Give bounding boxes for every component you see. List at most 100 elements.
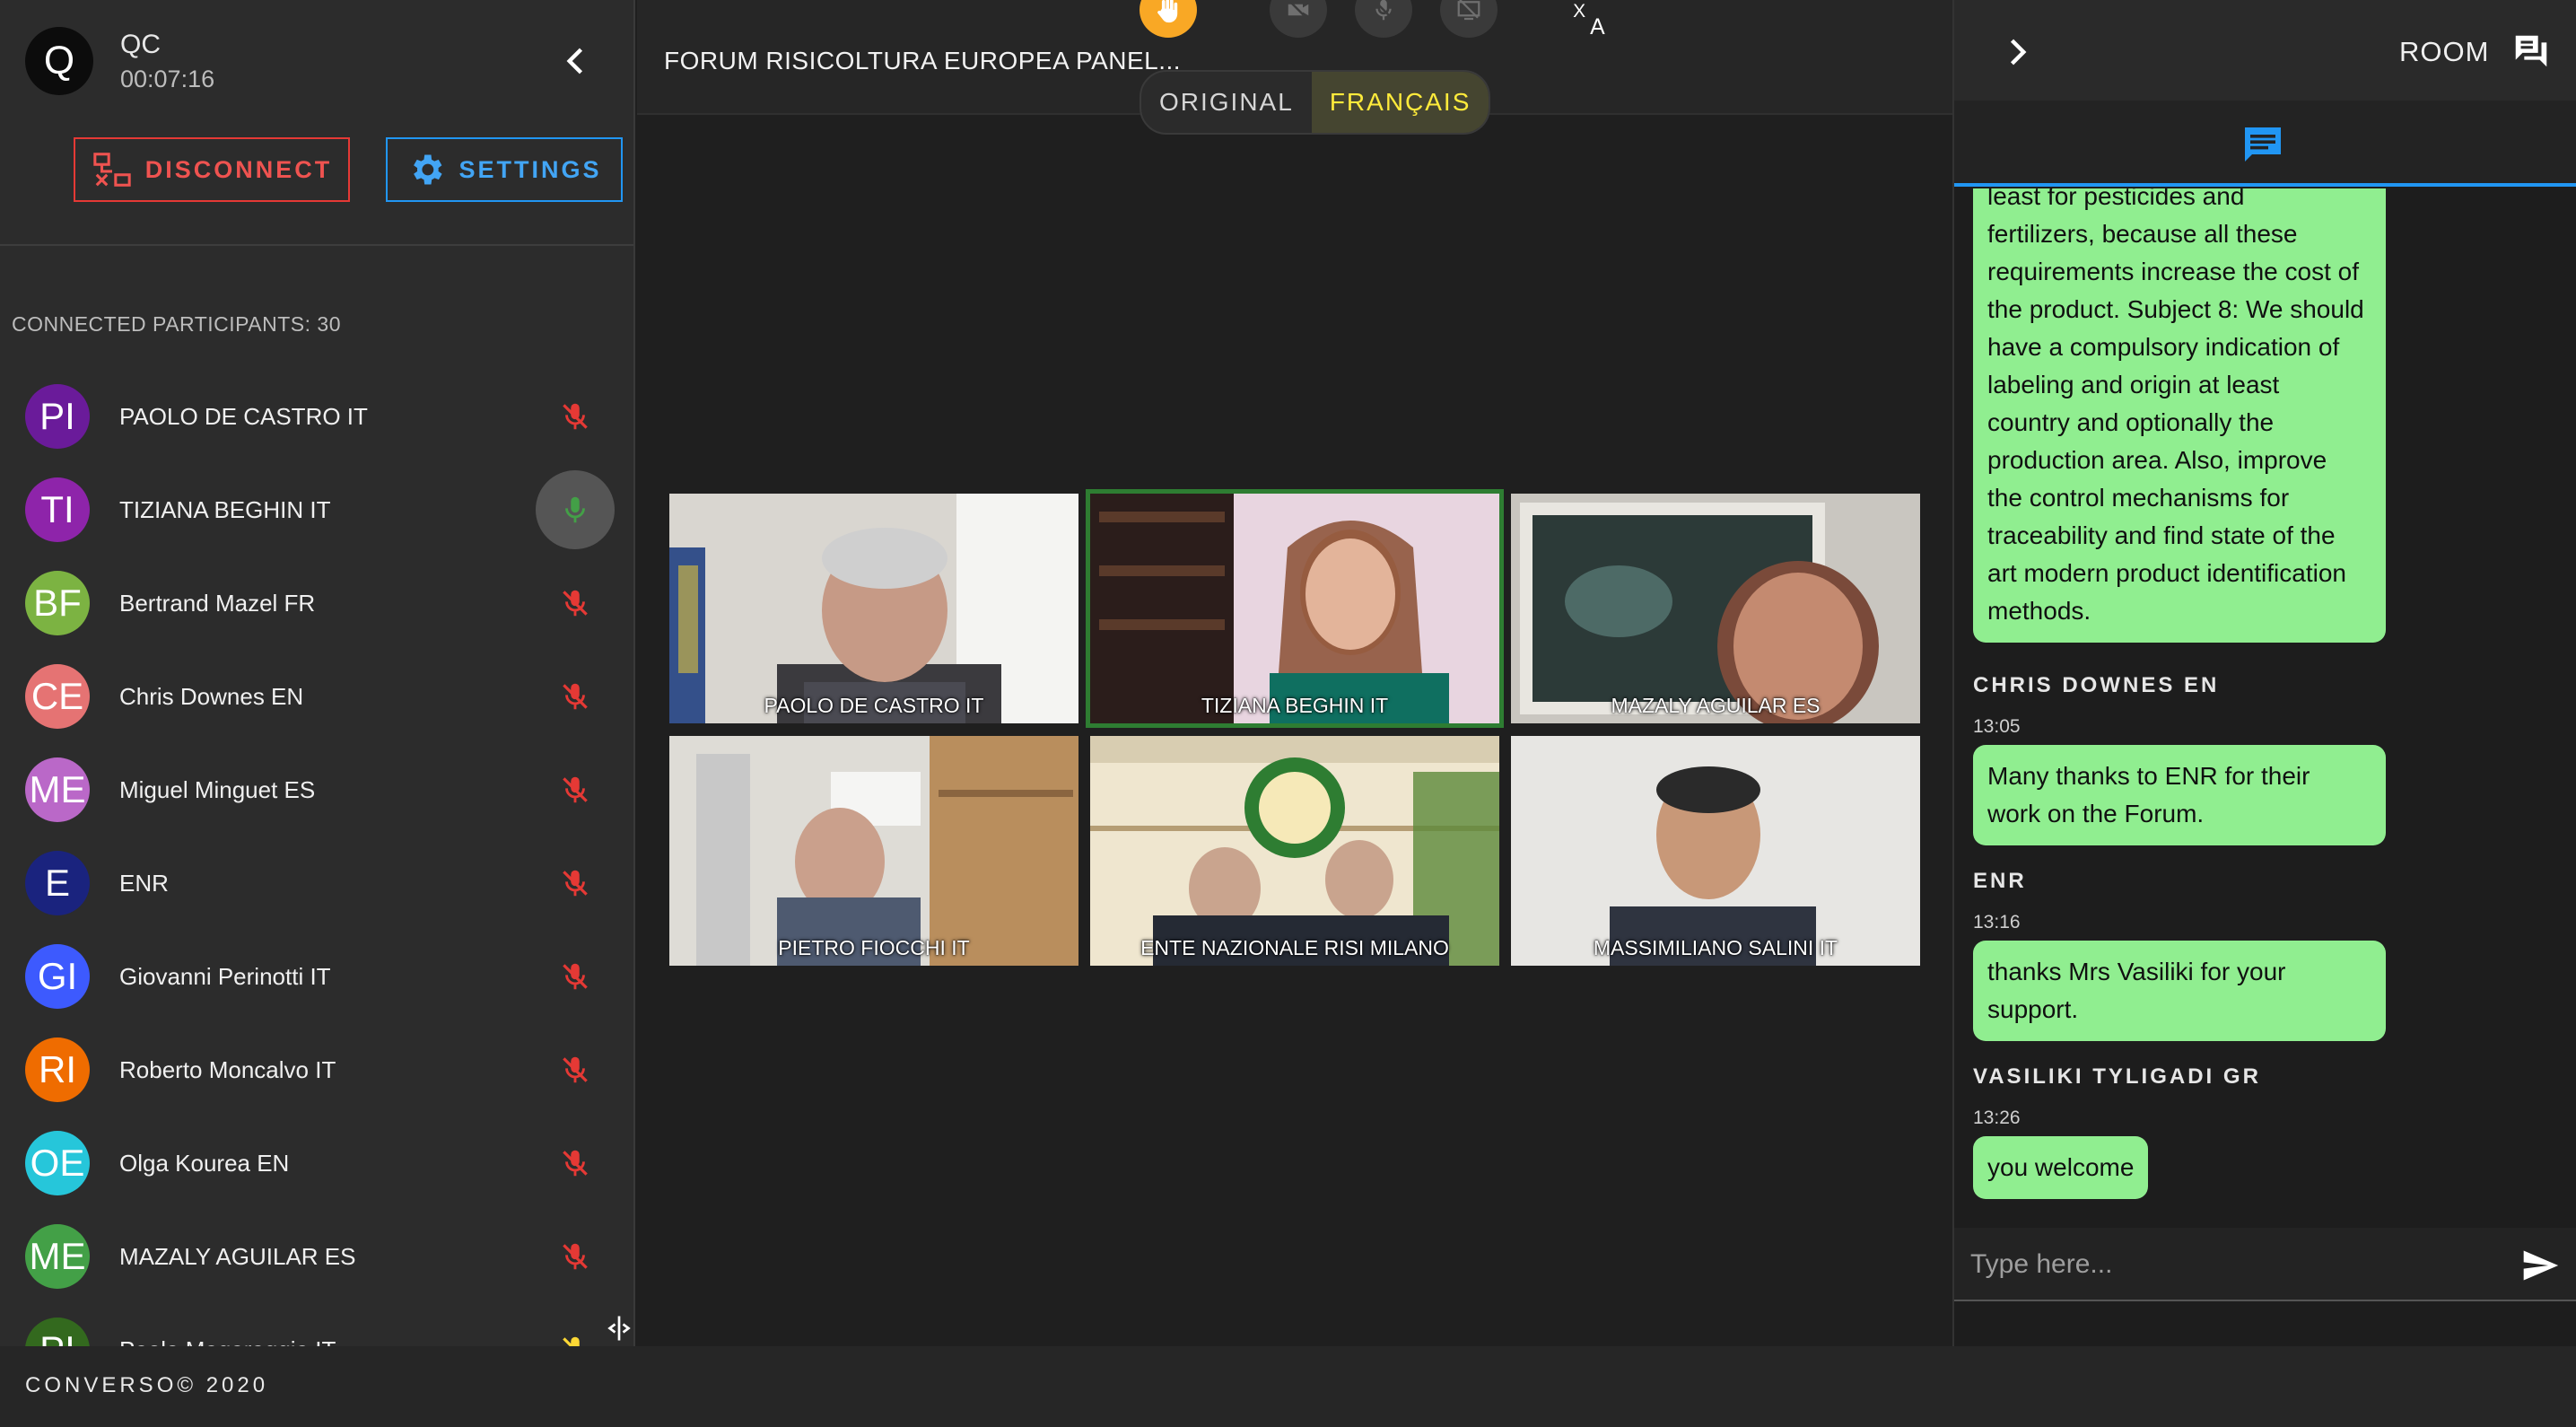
participant-avatar: PI bbox=[25, 384, 90, 449]
divider bbox=[0, 244, 633, 246]
disconnect-button[interactable]: DISCONNECT bbox=[74, 137, 350, 202]
mic-muted-button[interactable] bbox=[536, 750, 615, 829]
participants-sidebar: Q QC 00:07:16 DISCONNECT SETTINGS CONNEC… bbox=[0, 0, 635, 1346]
mic-off-icon bbox=[563, 403, 588, 430]
participant-row[interactable]: ME Miguel Minguet ES bbox=[0, 743, 633, 836]
user-header: Q QC 00:07:16 bbox=[25, 27, 214, 95]
video-tile[interactable]: PAOLO DE CASTRO IT bbox=[669, 494, 1078, 723]
chat-timestamp: 13:26 bbox=[1973, 1107, 2021, 1128]
screen-share-off-icon bbox=[1457, 0, 1480, 21]
mic-muted-button[interactable] bbox=[536, 1217, 615, 1296]
lang-french-option[interactable]: FRANÇAIS bbox=[1311, 72, 1489, 133]
chat-sender: VASILIKI TYLIGADI GR bbox=[1973, 1064, 2261, 1089]
participant-row[interactable]: PI Paolo Magaraggia IT bbox=[0, 1303, 633, 1347]
chat-message-bubble: you welcome bbox=[1973, 1136, 2149, 1199]
room-label: ROOM bbox=[2399, 36, 2490, 67]
chat-message-input[interactable] bbox=[1970, 1237, 2491, 1292]
settings-label: SETTINGS bbox=[458, 155, 602, 183]
video-tile[interactable]: MAZALY AGUILAR ES bbox=[1511, 494, 1920, 723]
chat-line: traceability and find state of the bbox=[1987, 521, 2336, 549]
chat-header: ROOM bbox=[1954, 0, 2576, 101]
footer: CONVERSO© 2020 bbox=[0, 1346, 2576, 1427]
mic-muted-button[interactable] bbox=[536, 844, 615, 923]
video-tile[interactable]: PIETRO FIOCCHI IT bbox=[669, 736, 1078, 966]
video-tile[interactable]: MASSIMILIANO SALINI IT bbox=[1511, 736, 1920, 966]
chat-line: least for pesticides and bbox=[1987, 188, 2245, 210]
participant-name: PAOLO DE CASTRO IT bbox=[119, 402, 368, 430]
participant-row[interactable]: RI Roberto Moncalvo IT bbox=[0, 1023, 633, 1116]
mic-off-button[interactable] bbox=[1355, 0, 1412, 38]
participant-avatar: BF bbox=[25, 571, 90, 635]
resize-handle-icon[interactable] bbox=[603, 1312, 635, 1344]
participant-avatar: PI bbox=[25, 1318, 90, 1346]
video-frame bbox=[669, 736, 1078, 966]
mic-muted-button[interactable] bbox=[536, 564, 615, 643]
video-frame bbox=[1511, 736, 1920, 966]
participant-row[interactable]: TI TIZIANA BEGHIN IT bbox=[0, 463, 633, 556]
participant-name: Chris Downes EN bbox=[119, 682, 304, 710]
conference-title: FORUM RISICOLTURA EUROPEA PANEL... bbox=[664, 47, 1182, 74]
participant-avatar: GI bbox=[25, 944, 90, 1009]
language-toggle[interactable]: ORIGINAL FRANÇAIS bbox=[1140, 70, 1491, 135]
chat-timestamp: 13:16 bbox=[1973, 912, 2021, 932]
chevron-right-icon[interactable] bbox=[1997, 32, 2037, 72]
participant-avatar: CE bbox=[25, 664, 90, 729]
chat-line: support. bbox=[1987, 995, 2079, 1023]
participant-row[interactable]: ME MAZALY AGUILAR ES bbox=[0, 1210, 633, 1303]
chat-line: requirements increase the cost of bbox=[1987, 258, 2359, 285]
user-meta: QC 00:07:16 bbox=[120, 30, 214, 93]
chat-line: work on the Forum. bbox=[1987, 800, 2205, 827]
mic-muted-button[interactable] bbox=[536, 1030, 615, 1109]
participant-row[interactable]: OE Olga Kourea EN bbox=[0, 1116, 633, 1210]
camera-off-icon bbox=[1287, 0, 1310, 22]
settings-button[interactable]: SETTINGS bbox=[386, 137, 623, 202]
mic-off-icon bbox=[563, 870, 588, 897]
screen-share-off-button[interactable] bbox=[1440, 0, 1498, 38]
chevron-left-icon[interactable] bbox=[556, 41, 596, 81]
mic-off-icon bbox=[563, 590, 588, 617]
participant-row[interactable]: CE Chris Downes EN bbox=[0, 650, 633, 743]
participant-row[interactable]: PI PAOLO DE CASTRO IT bbox=[0, 370, 633, 463]
participant-name: Olga Kourea EN bbox=[119, 1149, 290, 1177]
chat-tab[interactable] bbox=[1954, 101, 2576, 187]
participant-avatar: RI bbox=[25, 1037, 90, 1102]
participant-name: Paolo Magaraggia IT bbox=[119, 1336, 336, 1347]
participant-avatar: ME bbox=[25, 757, 90, 822]
video-tile-speaking[interactable]: TIZIANA BEGHIN IT bbox=[1086, 489, 1504, 728]
chat-line: methods. bbox=[1987, 597, 2091, 625]
user-name: QC bbox=[120, 29, 161, 59]
participant-avatar: OE bbox=[25, 1131, 90, 1195]
participant-avatar: TI bbox=[25, 477, 90, 542]
participant-avatar: ME bbox=[25, 1224, 90, 1289]
video-frame bbox=[1090, 736, 1499, 966]
mic-off-icon bbox=[563, 1336, 580, 1346]
mic-muted-button[interactable] bbox=[536, 1124, 615, 1203]
camera-off-button[interactable] bbox=[1270, 0, 1327, 38]
participant-name: Miguel Minguet ES bbox=[119, 775, 316, 803]
chat-line: production area. Also, improve bbox=[1987, 446, 2327, 474]
mic-off-icon bbox=[563, 1150, 588, 1177]
mic-muted-button[interactable] bbox=[536, 377, 615, 456]
mic-muted-button[interactable] bbox=[536, 657, 615, 736]
video-frame bbox=[669, 494, 1078, 723]
chat-icon bbox=[2245, 127, 2281, 162]
participant-row[interactable]: GI Giovanni Perinotti IT bbox=[0, 930, 633, 1023]
chat-input-bar bbox=[1954, 1228, 2576, 1301]
translate-icon[interactable]: X A bbox=[1570, 0, 1617, 38]
chat-bubbles-icon[interactable] bbox=[2511, 31, 2552, 72]
participant-row[interactable]: E ENR bbox=[0, 836, 633, 930]
lang-original-option[interactable]: ORIGINAL bbox=[1141, 72, 1312, 133]
mic-active-button[interactable] bbox=[536, 470, 615, 549]
participants-count: CONNECTED PARTICIPANTS: 30 bbox=[12, 312, 342, 336]
gear-icon bbox=[414, 154, 443, 185]
raise-hand-button[interactable] bbox=[1140, 0, 1197, 38]
video-frame bbox=[1090, 494, 1499, 723]
video-tile[interactable]: ENTE NAZIONALE RISI MILANO bbox=[1090, 736, 1499, 966]
chat-line: country and optionally the bbox=[1987, 408, 2275, 436]
send-icon[interactable] bbox=[2519, 1246, 2561, 1285]
chat-sender: CHRIS DOWNES EN bbox=[1973, 673, 2220, 697]
chat-line: fertilizers, because all these bbox=[1987, 220, 2298, 248]
mic-muted-button[interactable] bbox=[536, 937, 615, 1016]
user-avatar: Q bbox=[25, 27, 93, 95]
participant-row[interactable]: BF Bertrand Mazel FR bbox=[0, 556, 633, 650]
